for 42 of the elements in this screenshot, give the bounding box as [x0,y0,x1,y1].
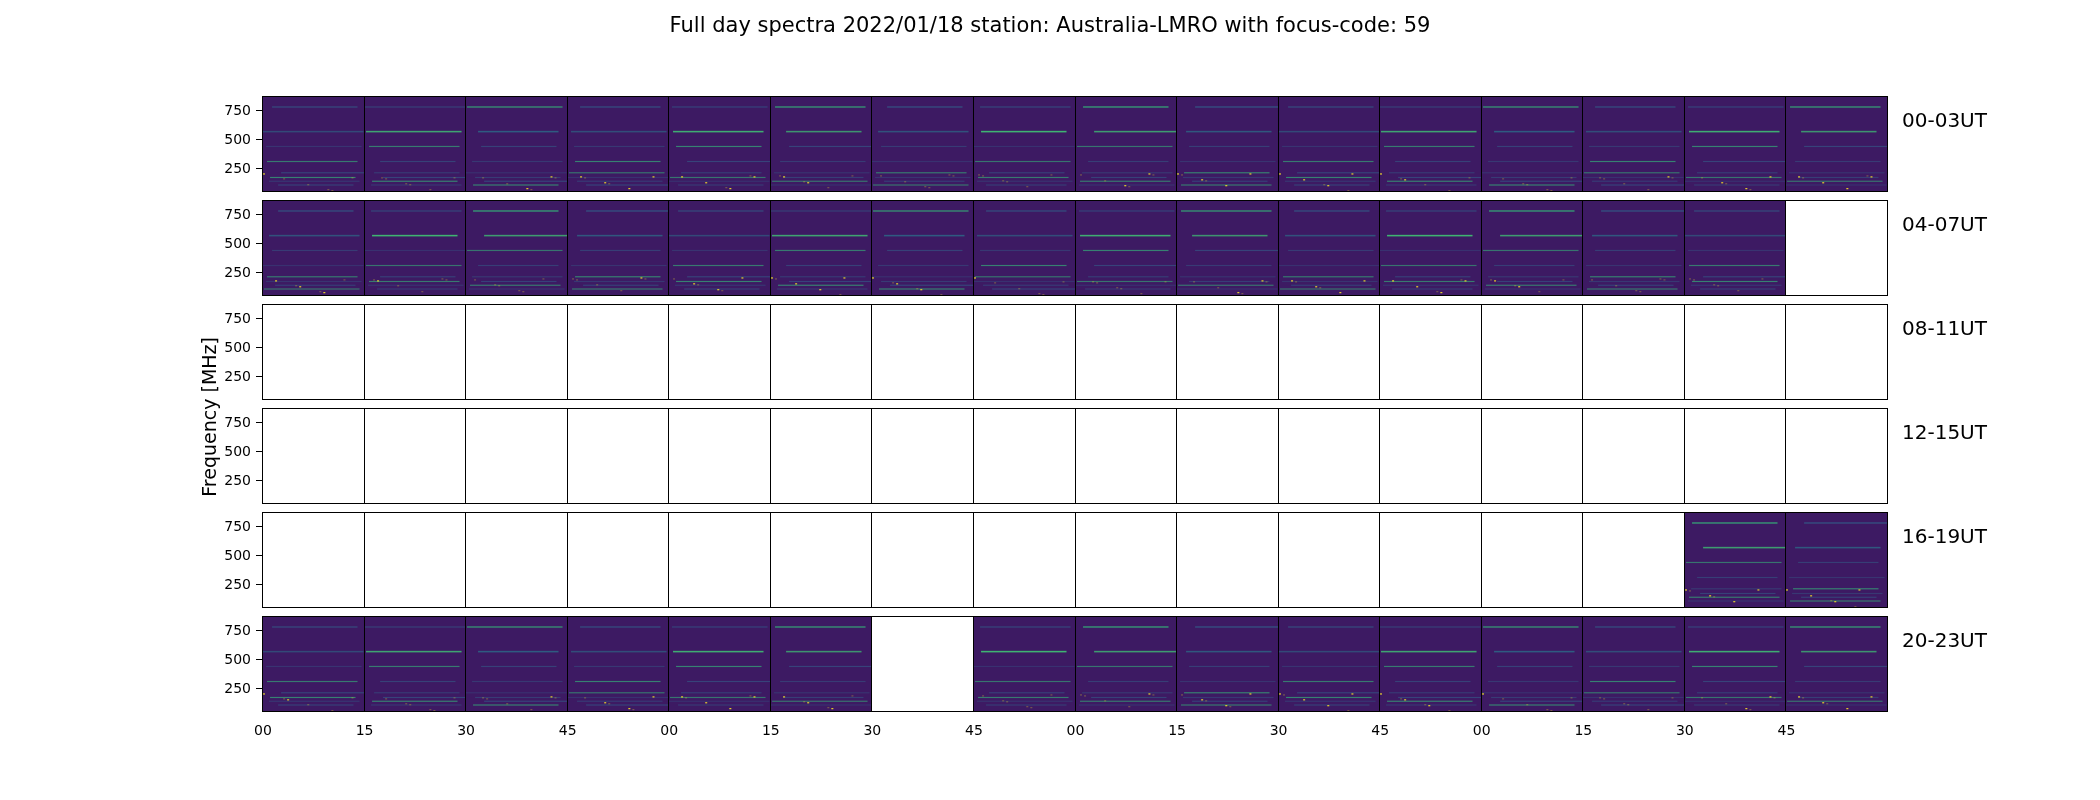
x-tick-label: 30 [1269,722,1288,738]
y-axis-label: Frequency [MHz] [198,337,220,497]
y-tick-label: 750 [224,309,251,326]
y-tick-label: 750 [224,413,251,430]
x-tick-label: 00 [1472,722,1491,738]
figure-title: Full day spectra 2022/01/18 station: Australia-LMRO with focus-code: 59 [669,12,1431,38]
y-tick-label: 250 [224,263,251,280]
y-tick-label: 250 [224,575,251,592]
x-tick-label: 30 [863,722,882,738]
y-tick-label: 750 [224,101,251,118]
row-time-label: 16-19UT [1901,523,1987,550]
x-tick-label: 00 [660,722,679,738]
y-tick-label: 500 [224,234,251,251]
row-time-label: 12-15UT [1901,419,1987,446]
x-tick-label: 15 [1168,722,1186,738]
x-tick-label: 45 [558,722,577,738]
y-tick-label: 500 [224,546,251,563]
x-tick-label: 45 [1777,722,1796,738]
y-tick-label: 250 [224,679,251,696]
y-tick-label: 500 [224,442,251,459]
y-tick-label: 250 [224,159,251,176]
x-tick-label: 45 [965,722,983,738]
y-tick-label: 750 [224,621,251,638]
x-tick-label: 15 [1574,722,1593,738]
x-tick-label: 00 [1066,722,1085,738]
y-tick-label: 500 [224,338,251,355]
row-time-label: 04-07UT [1901,211,1987,238]
x-tick-label: 30 [457,722,476,738]
row-time-label: 20-23UT [1901,627,1987,654]
y-tick-label: 500 [224,650,251,667]
x-tick-label: 45 [1371,722,1390,738]
y-tick-label: 250 [224,471,251,488]
y-tick-label: 750 [224,205,251,222]
row-time-label: 08-11UT [1901,315,1987,342]
x-tick-label: 15 [761,722,780,738]
x-tick-label: 30 [1675,722,1694,738]
x-tick-label: 15 [355,722,374,738]
y-tick-label: 750 [224,517,251,534]
x-tick-label: 00 [254,722,272,738]
y-tick-label: 500 [224,130,251,147]
y-tick-label: 250 [224,367,251,384]
row-time-label: 00-03UT [1901,107,1987,134]
